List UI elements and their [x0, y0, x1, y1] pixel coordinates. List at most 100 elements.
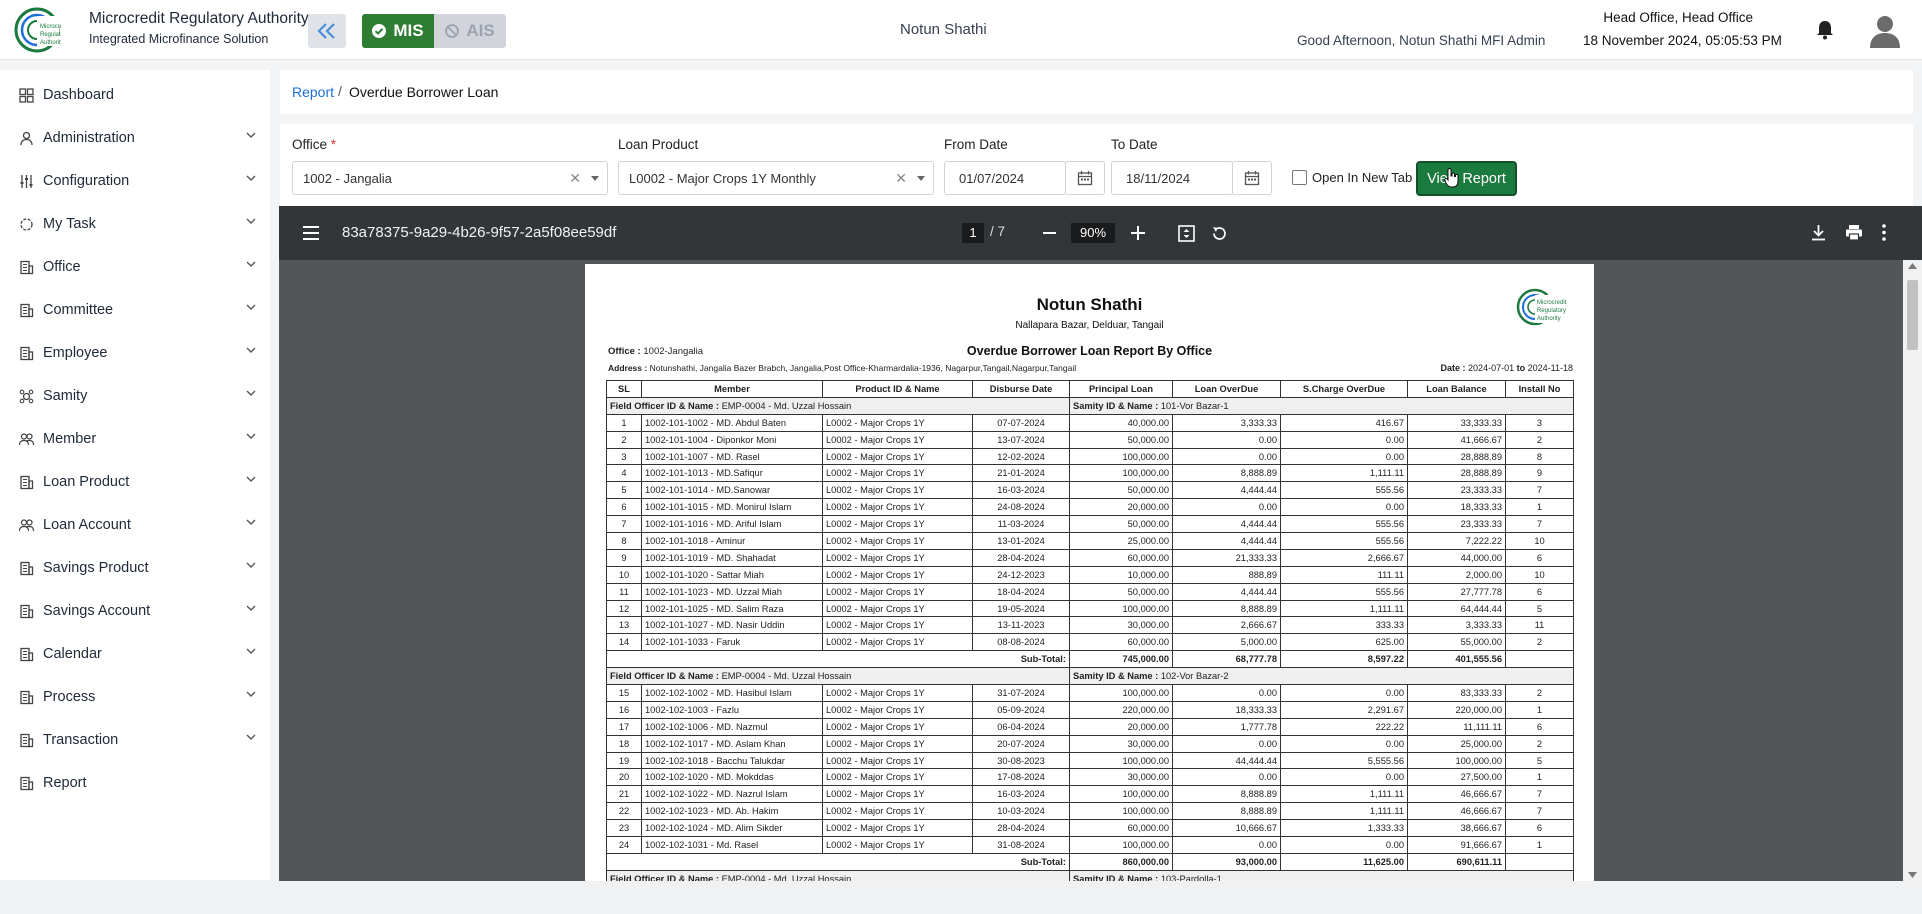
table-cell: L0002 - Major Crops 1Y: [822, 498, 973, 517]
subtotal-cell: 93,000.00: [1172, 852, 1281, 871]
rotate-icon[interactable]: [1211, 225, 1228, 242]
table-cell: 20,000.00: [1069, 717, 1173, 736]
from-date-calendar-button[interactable]: [1065, 161, 1105, 195]
to-date-input[interactable]: 18/11/2024: [1111, 161, 1233, 195]
table-cell: 100,000.00: [1069, 836, 1173, 854]
print-icon[interactable]: [1845, 224, 1863, 241]
table-cell: L0002 - Major Crops 1Y: [822, 684, 973, 702]
page-number-input[interactable]: 1: [962, 223, 984, 243]
table-cell: 6: [1505, 548, 1574, 567]
table-cell: 1: [1505, 836, 1574, 854]
double-chevron-left-icon: [317, 23, 335, 39]
open-in-new-tab-checkbox[interactable]: [1292, 170, 1307, 185]
table-cell: 0.00: [1172, 836, 1281, 854]
dropdown-arrow-icon[interactable]: [917, 176, 925, 181]
table-cell: 20: [606, 768, 642, 787]
sidebar-item-my-task[interactable]: My Task: [0, 204, 270, 244]
table-cell: 20-07-2024: [972, 734, 1070, 753]
sidebar-item-office[interactable]: Office: [0, 247, 270, 287]
to-date-calendar-button[interactable]: [1232, 161, 1272, 195]
chevron-down-icon: [246, 648, 256, 654]
page-total: / 7: [990, 224, 1006, 239]
table-cell: 16-03-2024: [972, 481, 1070, 500]
table-cell: L0002 - Major Crops 1Y: [822, 532, 973, 550]
table-cell: 0.00: [1172, 430, 1281, 449]
group-header-row: Field Officer ID & Name : EMP-0004 - Md.…: [606, 667, 1574, 686]
zoom-level-input[interactable]: 90%: [1071, 223, 1115, 243]
mra-report-logo: Microcredit Regulatory Authority: [1516, 288, 1571, 326]
sidebar-item-configuration[interactable]: Configuration: [0, 161, 270, 201]
sidebar-item-committee[interactable]: Committee: [0, 290, 270, 330]
table-cell: 0.00: [1172, 498, 1281, 517]
dropdown-arrow-icon[interactable]: [591, 176, 599, 181]
admin-icon: [20, 131, 33, 145]
sidebar-item-report[interactable]: Report: [0, 763, 270, 803]
fit-page-icon[interactable]: [1178, 225, 1195, 242]
field-officer-label: Field Officer ID & Name :: [610, 400, 720, 411]
from-date-input[interactable]: 01/07/2024: [944, 161, 1066, 195]
scroll-down-icon[interactable]: [1908, 872, 1917, 878]
open-in-new-tab-label[interactable]: Open In New Tab: [1312, 170, 1412, 185]
zoom-out-icon[interactable]: [1043, 232, 1056, 234]
table-cell: 28-04-2024: [972, 548, 1070, 567]
table-cell: L0002 - Major Crops 1Y: [822, 565, 973, 584]
sidebar-item-label: Configuration: [43, 173, 130, 189]
collapse-sidebar-button[interactable]: [308, 14, 346, 48]
table-cell: 1002-102-1018 - Bacchu Talukdar: [641, 751, 823, 770]
scroll-up-icon[interactable]: [1908, 263, 1917, 269]
menu-icon[interactable]: [302, 225, 320, 241]
field-officer-cell: Field Officer ID & Name : EMP-0004 - Md.…: [606, 667, 1070, 686]
sidebar-item-savings-product[interactable]: Savings Product: [0, 548, 270, 588]
sidebar-item-loan-account[interactable]: Loan Account: [0, 505, 270, 545]
sidebar-item-transaction[interactable]: Transaction: [0, 720, 270, 760]
pdf-scrollbar[interactable]: [1903, 260, 1922, 881]
bell-icon[interactable]: [1816, 20, 1834, 40]
table-cell: 12-02-2024: [972, 447, 1070, 466]
column-header: S.Charge OverDue: [1280, 380, 1408, 398]
user-avatar-icon[interactable]: [1869, 14, 1901, 48]
office-select[interactable]: 1002 - Jangalia ✕: [292, 161, 608, 195]
download-icon[interactable]: [1811, 224, 1826, 241]
table-cell: 1,777.78: [1172, 717, 1281, 736]
sidebar-item-label: Calendar: [43, 646, 102, 662]
table-row: 24 1002-102-1031 - Md. Rasel L0002 - Major…: [606, 836, 1574, 854]
breadcrumb-report-link[interactable]: Report: [292, 84, 334, 100]
table-cell: 83,333.33: [1407, 684, 1506, 702]
table-cell: 0.00: [1280, 768, 1408, 787]
subtotal-cell: 8,597.22: [1280, 650, 1408, 669]
building-icon: [20, 475, 34, 489]
group-header-row: Field Officer ID & Name : EMP-0004 - Md.…: [606, 869, 1574, 881]
sidebar-item-administration[interactable]: Administration: [0, 118, 270, 158]
table-cell: 08-08-2024: [972, 633, 1070, 652]
ais-toggle-button[interactable]: AIS: [434, 14, 506, 48]
sidebar-item-savings-account[interactable]: Savings Account: [0, 591, 270, 631]
clear-office-icon[interactable]: ✕: [569, 170, 581, 187]
sidebar-item-loan-product[interactable]: Loan Product: [0, 462, 270, 502]
office-label: Office :: [608, 346, 641, 357]
sidebar-item-dashboard[interactable]: Dashboard: [0, 75, 270, 115]
table-cell: 10: [1505, 565, 1574, 584]
clear-loan-product-icon[interactable]: ✕: [895, 170, 907, 187]
office-value: 1002-Jangalia: [643, 346, 704, 357]
samity-label: Samity ID & Name :: [1073, 671, 1159, 682]
loan-product-select[interactable]: L0002 - Major Crops 1Y Monthly ✕: [618, 161, 934, 195]
view-report-button[interactable]: View Report: [1416, 161, 1517, 196]
sidebar-item-samity[interactable]: Samity: [0, 376, 270, 416]
sidebar-item-calendar[interactable]: Calendar: [0, 634, 270, 674]
column-header: Loan Balance: [1407, 380, 1506, 398]
mis-toggle-button[interactable]: MIS: [362, 14, 434, 48]
field-officer-cell: Field Officer ID & Name : EMP-0004 - Md.…: [606, 396, 1070, 415]
scrollbar-thumb[interactable]: [1907, 280, 1918, 350]
more-options-icon[interactable]: [1882, 224, 1886, 241]
table-cell: 17-08-2024: [972, 768, 1070, 787]
sidebar-item-employee[interactable]: Employee: [0, 333, 270, 373]
sidebar-item-process[interactable]: Process: [0, 677, 270, 717]
table-cell: 333.33: [1280, 616, 1408, 635]
sidebar-item-member[interactable]: Member: [0, 419, 270, 459]
sidebar-item-label: Dashboard: [43, 87, 114, 103]
office-label: Office *: [292, 137, 336, 152]
sidebar-item-label: Employee: [43, 345, 108, 361]
table-cell: 21-01-2024: [972, 464, 1070, 483]
zoom-in-icon[interactable]: [1131, 226, 1145, 240]
svg-text:Authority: Authority: [1537, 316, 1561, 322]
